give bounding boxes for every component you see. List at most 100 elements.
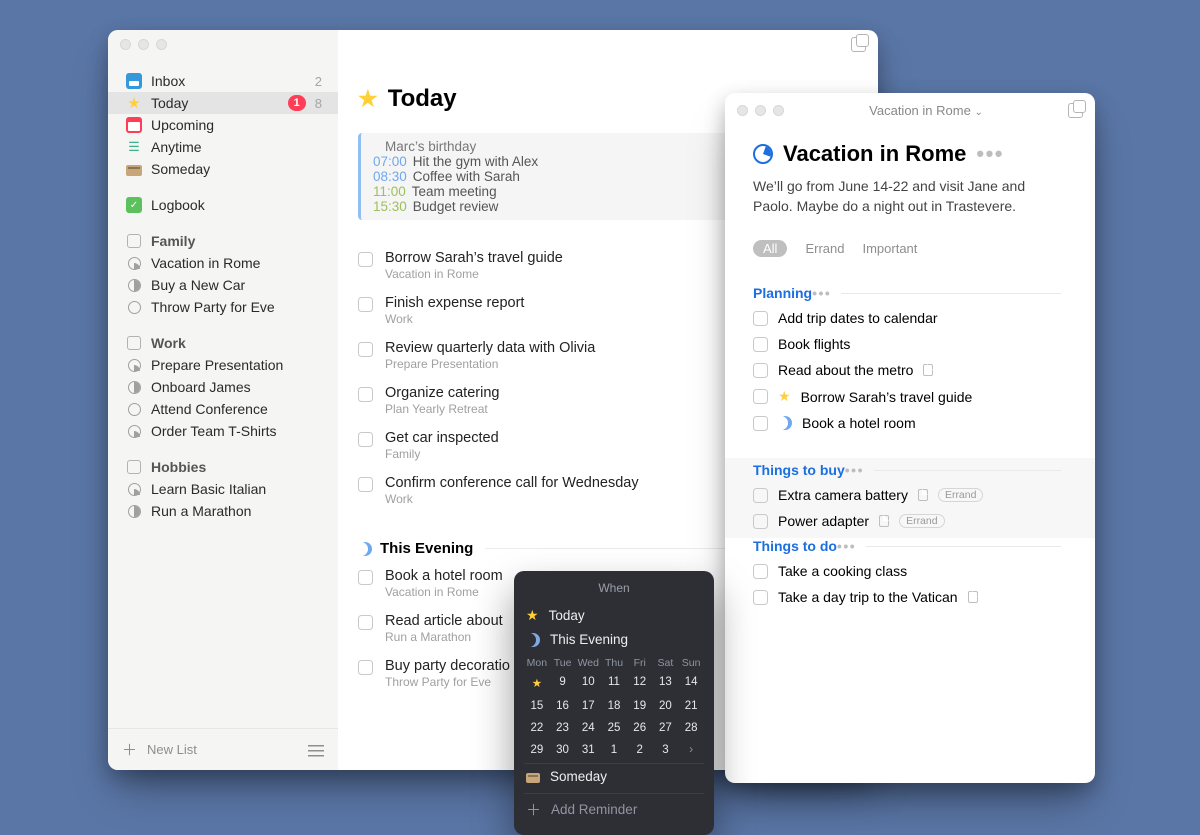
sidebar-project[interactable]: Prepare Presentation (108, 354, 338, 376)
calendar-day[interactable]: 2 (627, 741, 653, 759)
task-checkbox[interactable] (753, 488, 768, 503)
calendar-day[interactable]: 29 (524, 741, 550, 759)
section-menu-icon[interactable]: ••• (837, 538, 856, 554)
calendar-day[interactable]: 13 (653, 673, 679, 693)
calendar-day[interactable]: 30 (550, 741, 576, 759)
calendar-day[interactable]: 19 (627, 697, 653, 715)
task-row[interactable]: Read about the metro (753, 357, 1067, 383)
task-row[interactable]: ★ Borrow Sarah’s travel guide (753, 383, 1067, 410)
sidebar-project[interactable]: Onboard James (108, 376, 338, 398)
zoom-dot[interactable] (156, 39, 167, 50)
new-window-icon[interactable] (851, 37, 866, 52)
calendar-day[interactable]: 25 (601, 719, 627, 737)
sidebar-project[interactable]: Attend Conference (108, 398, 338, 420)
minimize-dot[interactable] (755, 105, 766, 116)
sidebar-inbox[interactable]: Inbox 2 (108, 70, 338, 92)
task-row[interactable]: Take a cooking class (753, 558, 1067, 584)
task-checkbox[interactable] (358, 297, 373, 312)
task-checkbox[interactable] (753, 337, 768, 352)
sidebar-someday[interactable]: Someday (108, 158, 338, 180)
calendar-day[interactable]: 10 (575, 673, 601, 693)
calendar-day[interactable]: 9 (550, 673, 576, 693)
sidebar-project[interactable]: Run a Marathon (108, 500, 338, 522)
calendar-day[interactable]: 3 (653, 741, 679, 759)
section-heading[interactable]: Things to do ••• (753, 538, 1067, 554)
close-dot[interactable] (120, 39, 131, 50)
sidebar-logbook[interactable]: Logbook (108, 194, 338, 216)
zoom-dot[interactable] (773, 105, 784, 116)
mini-calendar[interactable]: MonTueWedThuFriSatSun★910111213141516171… (524, 657, 704, 759)
sidebar-area-header[interactable]: Hobbies (108, 456, 338, 478)
calendar-day[interactable]: 16 (550, 697, 576, 715)
calendar-day[interactable]: 15 (524, 697, 550, 715)
calendar-day[interactable]: ★ (524, 673, 550, 693)
sidebar-area-header[interactable]: Work (108, 332, 338, 354)
task-row[interactable]: Book flights (753, 331, 1067, 357)
calendar-day[interactable]: 22 (524, 719, 550, 737)
calendar-day[interactable]: 31 (575, 741, 601, 759)
task-checkbox[interactable] (753, 311, 768, 326)
filter-important[interactable]: Important (862, 241, 917, 256)
task-row[interactable]: Add trip dates to calendar (753, 305, 1067, 331)
when-someday[interactable]: Someday (524, 763, 704, 789)
task-checkbox[interactable] (753, 564, 768, 579)
when-this-evening[interactable]: This Evening (524, 628, 704, 651)
task-row[interactable]: Take a day trip to the Vatican (753, 584, 1067, 610)
task-checkbox[interactable] (753, 590, 768, 605)
when-today[interactable]: ★ Today (524, 603, 704, 628)
task-checkbox[interactable] (358, 342, 373, 357)
project-window-title[interactable]: Vacation in Rome ⌄ (791, 103, 1061, 118)
task-checkbox[interactable] (358, 432, 373, 447)
task-checkbox[interactable] (358, 477, 373, 492)
sidebar-today[interactable]: ★ Today 1 8 (108, 92, 338, 114)
calendar-day[interactable]: 23 (550, 719, 576, 737)
calendar-day[interactable]: 24 (575, 719, 601, 737)
calendar-day[interactable]: 1 (601, 741, 627, 759)
calendar-day[interactable]: 17 (575, 697, 601, 715)
sidebar-project[interactable]: Learn Basic Italian (108, 478, 338, 500)
new-list-button[interactable]: New List (147, 742, 197, 757)
calendar-day[interactable]: › (678, 741, 704, 759)
filter-errand[interactable]: Errand (805, 241, 844, 256)
task-checkbox[interactable] (358, 660, 373, 675)
calendar-day[interactable]: 20 (653, 697, 679, 715)
section-heading[interactable]: Planning ••• (753, 285, 1067, 301)
task-row[interactable]: Power adapter Errand (753, 508, 1067, 534)
task-checkbox[interactable] (753, 363, 768, 378)
minimize-dot[interactable] (138, 39, 149, 50)
calendar-day[interactable]: 18 (601, 697, 627, 715)
more-menu-icon[interactable]: ••• (976, 141, 1004, 167)
sidebar-area-header[interactable]: Family (108, 230, 338, 252)
filter-all[interactable]: All (753, 240, 787, 257)
calendar-day[interactable]: 14 (678, 673, 704, 693)
sidebar-project[interactable]: Order Team T-Shirts (108, 420, 338, 442)
section-heading[interactable]: Things to buy ••• (753, 462, 1067, 478)
project-notes[interactable]: We’ll go from June 14-22 and visit Jane … (753, 177, 1067, 216)
task-checkbox[interactable] (753, 416, 768, 431)
calendar-day[interactable]: 21 (678, 697, 704, 715)
calendar-day[interactable]: 11 (601, 673, 627, 693)
calendar-day[interactable]: 12 (627, 673, 653, 693)
section-menu-icon[interactable]: ••• (812, 285, 831, 301)
tag-chip[interactable]: Errand (899, 514, 945, 528)
section-menu-icon[interactable]: ••• (845, 462, 864, 478)
new-window-icon[interactable] (1068, 103, 1083, 118)
settings-sliders-icon[interactable] (308, 743, 324, 757)
task-checkbox[interactable] (358, 252, 373, 267)
sidebar-project[interactable]: Vacation in Rome (108, 252, 338, 274)
calendar-day[interactable]: 27 (653, 719, 679, 737)
task-row[interactable]: Extra camera battery Errand (753, 482, 1067, 508)
calendar-day[interactable]: 28 (678, 719, 704, 737)
task-checkbox[interactable] (753, 389, 768, 404)
tag-chip[interactable]: Errand (938, 488, 984, 502)
task-row[interactable]: Book a hotel room (753, 410, 1067, 436)
task-checkbox[interactable] (358, 570, 373, 585)
task-checkbox[interactable] (358, 615, 373, 630)
calendar-day[interactable]: 26 (627, 719, 653, 737)
close-dot[interactable] (737, 105, 748, 116)
add-reminder[interactable]: ＋ Add Reminder (524, 793, 704, 825)
sidebar-project[interactable]: Throw Party for Eve (108, 296, 338, 318)
sidebar-anytime[interactable]: ☰ Anytime (108, 136, 338, 158)
sidebar-project[interactable]: Buy a New Car (108, 274, 338, 296)
task-checkbox[interactable] (753, 514, 768, 529)
